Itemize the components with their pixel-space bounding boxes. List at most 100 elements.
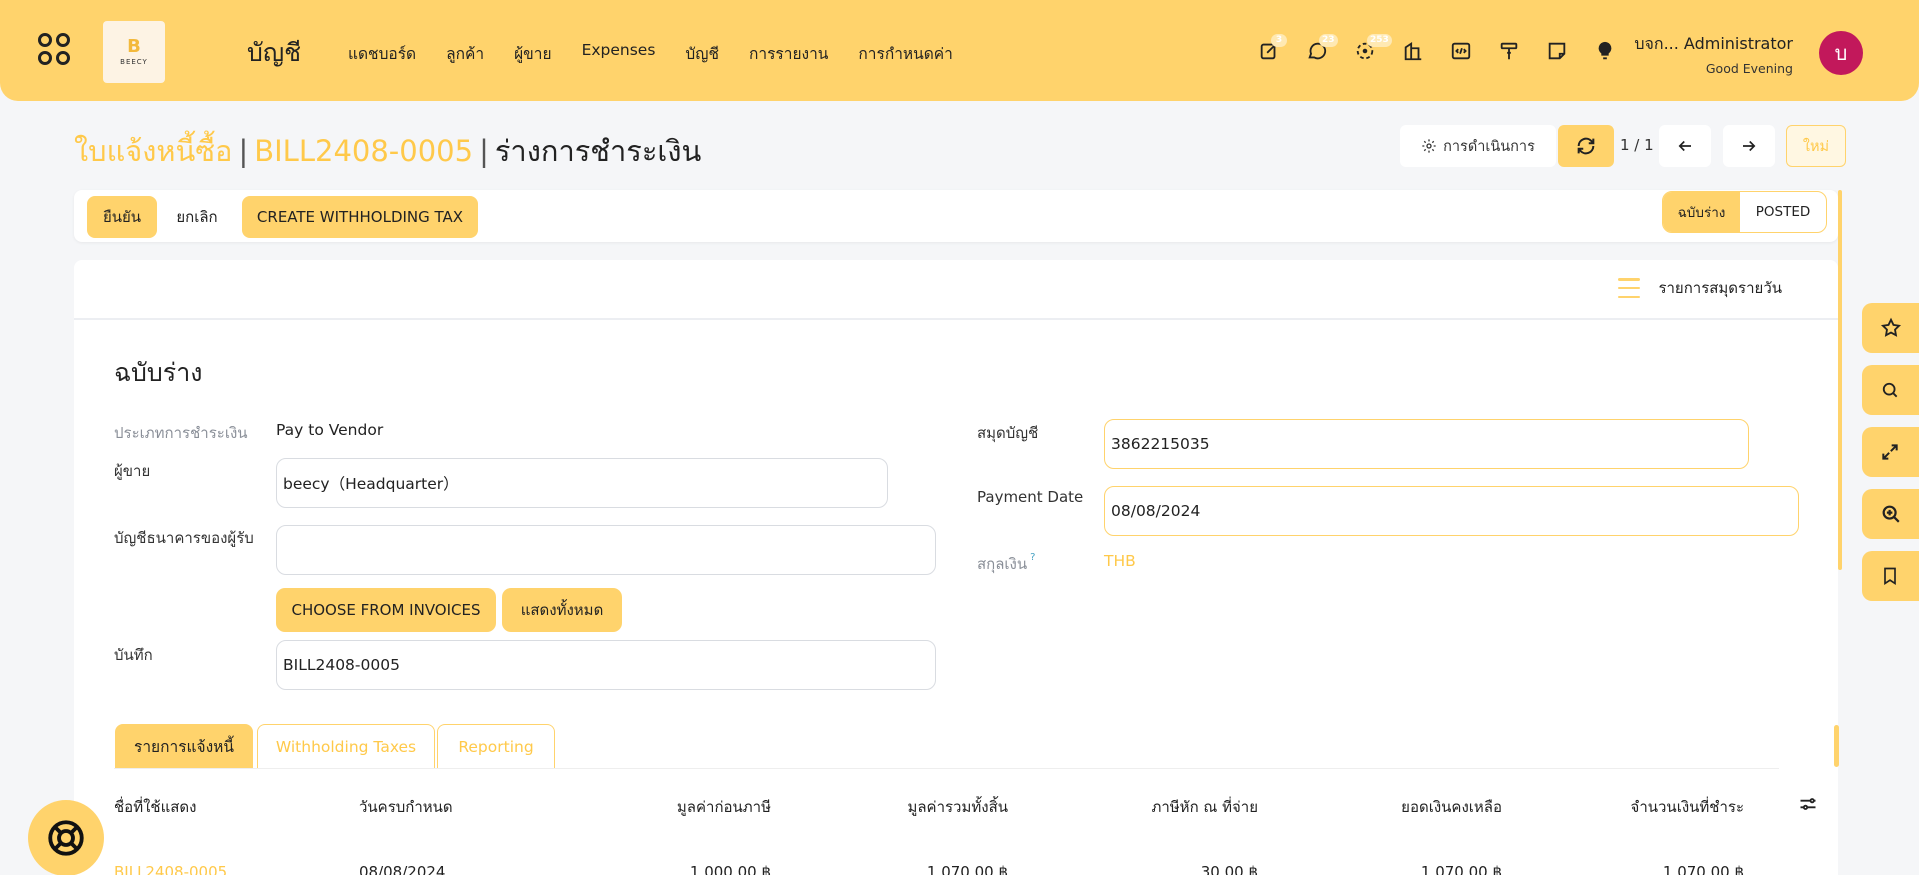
state-posted[interactable]: POSTED (1740, 192, 1826, 232)
memo-label: บันทึก (114, 646, 153, 664)
actions-label: การดำเนินการ (1443, 138, 1535, 155)
tab-divider (114, 768, 1779, 769)
journal-label: สมุดบัญชี (977, 424, 1039, 442)
timer-badge: 253 (1367, 34, 1392, 47)
arrow-left-icon (1678, 140, 1691, 152)
main-menu: แดชบอร์ด ลูกค้า ผู้ขาย Expenses บัญชี กา… (348, 41, 983, 66)
sheet-button-box: รายการสมุดรายวัน (74, 260, 1838, 320)
next-record-button[interactable] (1723, 125, 1775, 167)
column-header-amount-residual[interactable]: ยอดเงินคงเหลือ (1401, 795, 1502, 819)
payment-date-label: Payment Date (977, 488, 1084, 506)
top-navbar: B BEECY บัญชี แดชบอร์ด ลูกค้า ผู้ขาย Exp… (0, 0, 1919, 101)
choose-from-invoices-button[interactable]: CHOOSE FROM INVOICES (276, 588, 496, 632)
paint-roller-icon[interactable] (1498, 40, 1522, 64)
row-payment-amount[interactable]: 1,070.00 ฿ (1663, 863, 1744, 875)
vendor-field[interactable]: beecy（Headquarter） (276, 458, 888, 508)
systray: 3 23 253 (1258, 34, 1642, 64)
pager-value: 1 / 1 (1620, 136, 1654, 154)
activity-icon[interactable]: 3 (1258, 34, 1287, 64)
optional-columns-icon[interactable] (1798, 794, 1818, 818)
timer-icon[interactable]: 253 (1354, 34, 1392, 64)
zoom-in-icon (1882, 505, 1900, 523)
company-logo[interactable]: B BEECY (103, 21, 165, 83)
record-name: ฉบับร่าง (114, 358, 203, 387)
create-withholding-tax-button[interactable]: CREATE WITHHOLDING TAX (242, 196, 478, 238)
row-untaxed-amount: 1,000.00 ฿ (689, 863, 771, 875)
menu-configuration[interactable]: การกำหนดค่า (858, 41, 952, 66)
menu-dashboard[interactable]: แดชบอร์ด (348, 41, 416, 66)
column-header-untaxed-amount[interactable]: มูลค่าก่อนภาษี (677, 795, 771, 819)
chat-icon[interactable]: 23 (1306, 34, 1338, 64)
refresh-button[interactable] (1558, 125, 1614, 167)
bookmark-icon (1884, 567, 1896, 586)
column-header-payment-amount[interactable]: จำนวนเงินที่ชำระ (1631, 795, 1744, 819)
state-draft[interactable]: ฉบับร่าง (1663, 192, 1740, 232)
search-icon (1882, 382, 1898, 398)
bank-account-label: บัญชีธนาคารของผู้รับ (114, 529, 254, 547)
scrollbar[interactable] (1838, 190, 1842, 570)
favorite-button[interactable] (1862, 303, 1919, 353)
column-header-withholding-tax[interactable]: ภาษีหัก ณ ที่จ่าย (1151, 795, 1258, 819)
show-all-button[interactable]: แสดงทั้งหมด (502, 588, 622, 632)
lifebuoy-icon (48, 820, 84, 856)
logo-mark: B (127, 36, 141, 57)
breadcrumb: ใบแจ้งหนี้ซื้อ | BILL2408-0005 | ร่างการชำระ… (74, 128, 701, 174)
currency-value[interactable]: THB (1104, 552, 1136, 570)
help-icon[interactable]: ? (1030, 552, 1035, 563)
greeting-text: Good Evening (1705, 61, 1793, 76)
tab-withholding-taxes[interactable]: Withholding Taxes (257, 724, 435, 768)
column-header-display-name[interactable]: ชื่อที่ใช้แสดง (114, 795, 196, 819)
payment-date-field[interactable]: 08/08/2024 (1104, 486, 1799, 536)
confirm-button[interactable]: ยืนยัน (87, 196, 157, 238)
journal-items-button[interactable]: รายการสมุดรายวัน (1618, 276, 1782, 300)
column-header-due-date[interactable]: วันครบกำหนด (359, 795, 453, 819)
row-display-name[interactable]: BILL2408-0005 (114, 863, 227, 875)
column-header-total-amount[interactable]: มูลค่ารวมทั้งสิ้น (907, 795, 1008, 819)
avatar[interactable]: บ (1819, 31, 1863, 75)
zoom-button[interactable] (1862, 489, 1919, 539)
journal-items-label: รายการสมุดรายวัน (1658, 279, 1782, 297)
logo-text: BEECY (120, 58, 148, 66)
tab-reporting[interactable]: Reporting (437, 724, 555, 768)
note-icon[interactable] (1546, 40, 1570, 64)
previous-record-button[interactable] (1659, 125, 1711, 167)
tab-invoices[interactable]: รายการแจ้งหนี้ (115, 724, 253, 768)
company-icon[interactable] (1402, 40, 1426, 64)
bank-account-field[interactable] (276, 525, 936, 575)
menu-vendors[interactable]: ผู้ขาย (514, 41, 551, 66)
row-total-amount: 1,070.00 ฿ (926, 863, 1008, 875)
menu-reporting[interactable]: การรายงาน (749, 41, 828, 66)
search-button[interactable] (1862, 365, 1919, 415)
status-bar: ยืนยัน ยกเลิก CREATE WITHHOLDING TAX ฉบั… (74, 190, 1838, 242)
menu-expenses[interactable]: Expenses (582, 41, 656, 66)
gear-icon (1422, 139, 1436, 153)
bookmark-button[interactable] (1862, 551, 1919, 601)
actions-button[interactable]: การดำเนินการ (1400, 125, 1556, 167)
journal-field[interactable]: 3862215035 (1104, 419, 1749, 469)
apps-grid-icon[interactable] (38, 33, 74, 69)
fullscreen-button[interactable] (1862, 427, 1919, 477)
state-selector: ฉบับร่าง POSTED (1662, 191, 1827, 233)
vendor-label: ผู้ขาย (114, 462, 151, 480)
code-icon[interactable] (1450, 40, 1474, 64)
form-sheet: รายการสมุดรายวัน ฉบับร่าง ประเภทการชำระเ… (74, 260, 1838, 875)
page-title: ร่างการชำระเงิน (494, 134, 702, 168)
memo-field[interactable]: BILL2408-0005 (276, 640, 936, 690)
row-amount-residual: 1,070.00 ฿ (1420, 863, 1502, 875)
star-icon (1880, 317, 1902, 337)
breadcrumb-separator: | (479, 134, 489, 168)
breadcrumb-bills[interactable]: ใบแจ้งหนี้ซื้อ (74, 134, 232, 168)
list-icon (1618, 278, 1641, 298)
user-menu[interactable]: บจก... Administrator Good Evening (1634, 32, 1793, 76)
activity-badge: 3 (1271, 34, 1287, 47)
help-button[interactable] (28, 800, 104, 875)
row-withholding-tax: 30.00 ฿ (1200, 863, 1258, 875)
breadcrumb-bill[interactable]: BILL2408-0005 (254, 134, 473, 168)
menu-customers[interactable]: ลูกค้า (446, 41, 484, 66)
arrow-right-icon (1743, 140, 1756, 152)
new-record-button[interactable]: ใหม่ (1786, 125, 1846, 167)
lightbulb-icon[interactable] (1594, 40, 1618, 64)
scroll-indicator (1834, 725, 1839, 767)
cancel-button[interactable]: ยกเลิก (167, 196, 227, 238)
menu-accounting[interactable]: บัญชี (685, 41, 719, 66)
